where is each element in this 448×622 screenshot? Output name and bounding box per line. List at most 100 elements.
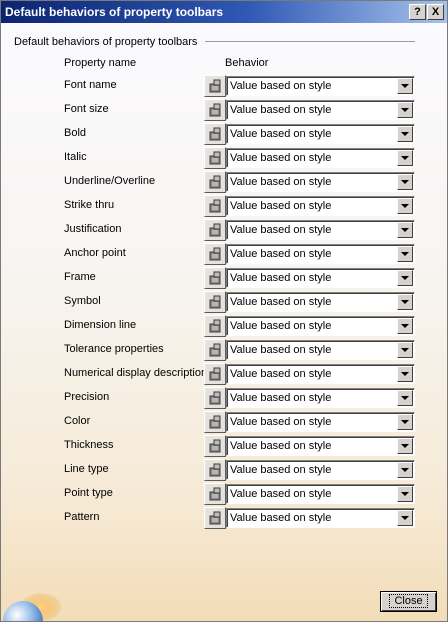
style-stamp-icon[interactable] (204, 75, 226, 97)
property-label: Pattern (64, 511, 100, 523)
style-stamp-icon[interactable] (204, 315, 226, 337)
property-label: Precision (64, 391, 110, 403)
behavior-select[interactable]: Value based on style (226, 316, 415, 336)
behavior-select[interactable]: Value based on style (226, 388, 415, 408)
property-label: Italic (64, 151, 87, 163)
chevron-down-icon[interactable] (397, 102, 413, 118)
behavior-select[interactable]: Value based on style (226, 268, 415, 288)
close-window-button[interactable]: X (427, 4, 444, 20)
style-stamp-icon[interactable] (204, 363, 226, 385)
style-stamp-icon[interactable] (204, 267, 226, 289)
behavior-select[interactable]: Value based on style (226, 436, 415, 456)
property-label: Bold (64, 127, 87, 139)
behavior-select[interactable]: Value based on style (226, 508, 415, 528)
style-stamp-icon[interactable] (204, 435, 226, 457)
behavior-select-value: Value based on style (230, 464, 332, 476)
behavior-select[interactable]: Value based on style (226, 148, 415, 168)
behavior-select[interactable]: Value based on style (226, 340, 415, 360)
style-stamp-icon[interactable] (204, 339, 226, 361)
behavior-select[interactable]: Value based on style (226, 364, 415, 384)
title-bar[interactable]: Default behaviors of property toolbars ?… (1, 1, 447, 23)
property-row: Thickness Value based on style (1, 435, 447, 457)
style-stamp-icon[interactable] (204, 459, 226, 481)
property-label: Numerical display description (64, 367, 208, 379)
property-row: Symbol Value based on style (1, 291, 447, 313)
behavior-select-value: Value based on style (230, 128, 332, 140)
chevron-down-icon[interactable] (397, 150, 413, 166)
chevron-down-icon[interactable] (397, 462, 413, 478)
behavior-select-value: Value based on style (230, 512, 332, 524)
chevron-down-icon[interactable] (397, 78, 413, 94)
chevron-down-icon[interactable] (397, 318, 413, 334)
column-header-behavior: Behavior (225, 57, 269, 69)
property-label: Color (64, 415, 91, 427)
behavior-select-value: Value based on style (230, 368, 332, 380)
behavior-select[interactable]: Value based on style (226, 460, 415, 480)
behavior-select-value: Value based on style (230, 104, 332, 116)
property-row: Frame Value based on style (1, 267, 447, 289)
behavior-select-value: Value based on style (230, 392, 332, 404)
style-stamp-icon[interactable] (204, 483, 226, 505)
property-label: Dimension line (64, 319, 137, 331)
chevron-down-icon[interactable] (397, 222, 413, 238)
behavior-select[interactable]: Value based on style (226, 172, 415, 192)
style-stamp-icon[interactable] (204, 99, 226, 121)
behavior-select[interactable]: Value based on style (226, 292, 415, 312)
chevron-down-icon[interactable] (397, 342, 413, 358)
chevron-down-icon[interactable] (397, 198, 413, 214)
property-row: Justification Value based on style (1, 219, 447, 241)
behavior-select[interactable]: Value based on style (226, 412, 415, 432)
property-row: Font name Value based on style (1, 75, 447, 97)
behavior-select-value: Value based on style (230, 344, 332, 356)
style-stamp-icon[interactable] (204, 411, 226, 433)
chevron-down-icon[interactable] (397, 486, 413, 502)
behavior-select[interactable]: Value based on style (226, 124, 415, 144)
behavior-select[interactable]: Value based on style (226, 244, 415, 264)
chevron-down-icon[interactable] (397, 246, 413, 262)
property-row: Italic Value based on style (1, 147, 447, 169)
style-stamp-icon[interactable] (204, 123, 226, 145)
behavior-select-value: Value based on style (230, 416, 332, 428)
chevron-down-icon[interactable] (397, 126, 413, 142)
property-row: Line type Value based on style (1, 459, 447, 481)
behavior-select[interactable]: Value based on style (226, 100, 415, 120)
behavior-select-value: Value based on style (230, 152, 332, 164)
style-stamp-icon[interactable] (204, 243, 226, 265)
property-row: Pattern Value based on style (1, 507, 447, 529)
property-label: Justification (64, 223, 122, 235)
chevron-down-icon[interactable] (397, 510, 413, 526)
style-stamp-icon[interactable] (204, 507, 226, 529)
style-stamp-icon[interactable] (204, 195, 226, 217)
chevron-down-icon[interactable] (397, 390, 413, 406)
property-row: Color Value based on style (1, 411, 447, 433)
style-stamp-icon[interactable] (204, 219, 226, 241)
property-label: Thickness (64, 439, 114, 451)
style-stamp-icon[interactable] (204, 387, 226, 409)
property-label: Font size (64, 103, 109, 115)
chevron-down-icon[interactable] (397, 270, 413, 286)
chevron-down-icon[interactable] (397, 414, 413, 430)
style-stamp-icon[interactable] (204, 291, 226, 313)
property-row: Point type Value based on style (1, 483, 447, 505)
close-button-label: Close (389, 594, 428, 608)
behavior-select[interactable]: Value based on style (226, 196, 415, 216)
behavior-select-value: Value based on style (230, 176, 332, 188)
style-stamp-icon[interactable] (204, 171, 226, 193)
property-row: Font size Value based on style (1, 99, 447, 121)
property-row: Bold Value based on style (1, 123, 447, 145)
chevron-down-icon[interactable] (397, 174, 413, 190)
style-stamp-icon[interactable] (204, 147, 226, 169)
chevron-down-icon[interactable] (397, 438, 413, 454)
behavior-select-value: Value based on style (230, 488, 332, 500)
property-label: Anchor point (64, 247, 126, 259)
close-button[interactable]: Close (380, 591, 437, 612)
behavior-select[interactable]: Value based on style (226, 76, 415, 96)
behavior-select[interactable]: Value based on style (226, 220, 415, 240)
chevron-down-icon[interactable] (397, 294, 413, 310)
behavior-select[interactable]: Value based on style (226, 484, 415, 504)
help-button[interactable]: ? (409, 4, 426, 20)
property-row: Strike thru Value based on style (1, 195, 447, 217)
property-label: Line type (64, 463, 109, 475)
property-label: Point type (64, 487, 113, 499)
chevron-down-icon[interactable] (397, 366, 413, 382)
